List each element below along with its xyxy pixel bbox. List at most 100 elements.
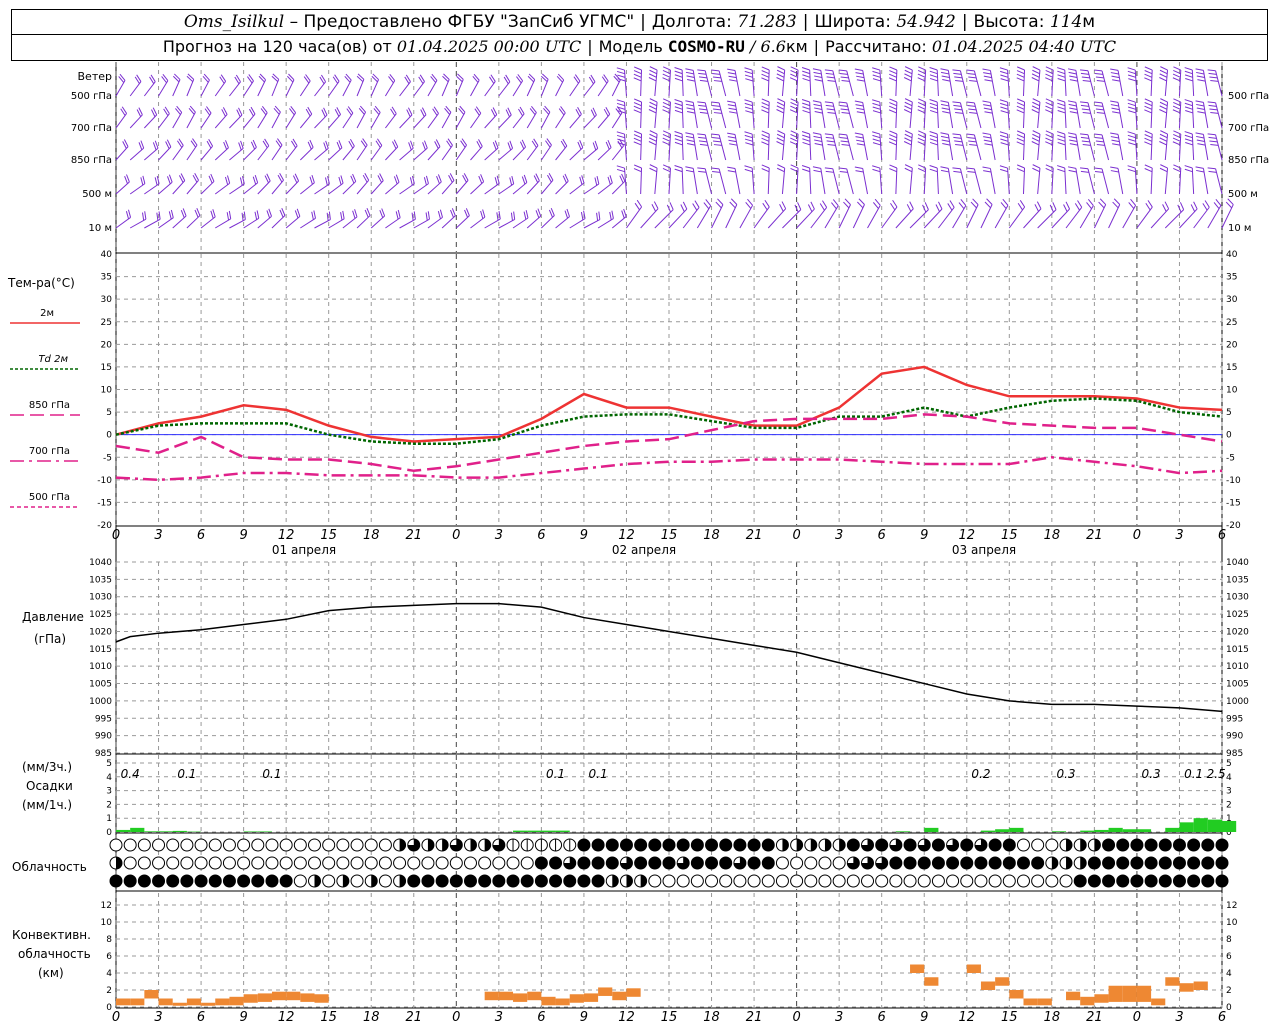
- wind-barb-flag: [1086, 202, 1092, 210]
- wind-barb-flag: [703, 202, 710, 210]
- pressure-tick-label: 1030: [89, 593, 112, 603]
- temp-tick-label: 5: [106, 408, 112, 418]
- wind-barb-flag: [1067, 100, 1076, 103]
- wind-barb-flag: [1127, 106, 1136, 110]
- cloud-symbol-part: [399, 875, 406, 887]
- wind-barb-flag: [802, 138, 811, 142]
- wind-barb-flag: [983, 104, 992, 107]
- wind-barb-flag: [649, 167, 657, 173]
- wind-barb: [342, 112, 354, 129]
- cloud-symbol-part: [824, 839, 831, 851]
- precip-tick-label: 4: [106, 773, 112, 783]
- wind-barb: [704, 134, 713, 161]
- wind-barb-flag: [761, 109, 769, 114]
- cloud-symbol: [832, 856, 846, 870]
- wind-barb: [555, 79, 565, 97]
- hour-tick-label: 21: [1086, 528, 1103, 543]
- wind-barb: [959, 134, 968, 161]
- hour-tick-label: 18: [703, 528, 720, 543]
- wind-barb-flag: [889, 134, 897, 139]
- wind-barb-flag: [801, 67, 810, 71]
- wind-barb: [526, 79, 536, 97]
- series-td2m: [115, 397, 1223, 445]
- cloud-symbol: [960, 838, 974, 852]
- cloud-symbol: [322, 856, 336, 870]
- wind-barb-flag: [1197, 111, 1206, 114]
- wind-barb-flag: [761, 105, 770, 110]
- cloud-symbol-part: [839, 839, 846, 851]
- wind-barb-flag: [744, 67, 753, 71]
- wind-barb-flag: [966, 69, 975, 72]
- cloud-symbol: [974, 874, 988, 888]
- pressure-title: Давление: [22, 610, 84, 624]
- wind-barb-flag: [1159, 105, 1168, 110]
- wind-barb-flag: [1000, 142, 1009, 146]
- wind-barb-flag: [649, 164, 658, 169]
- wind-barb: [824, 205, 839, 229]
- wind-barb: [611, 112, 623, 129]
- wind-barb: [1215, 134, 1223, 161]
- cloud-symbol: [1002, 874, 1016, 888]
- wind-barb-flag: [801, 99, 810, 103]
- cloud-symbol: [180, 856, 194, 870]
- precip-bar: [172, 830, 187, 832]
- wind-barb-flag: [1069, 111, 1078, 114]
- wind-barb-flag: [1079, 167, 1089, 170]
- cloud-symbol: [449, 874, 463, 888]
- precip-bar: [924, 827, 939, 832]
- wind-level-label: 500 м: [1228, 189, 1258, 200]
- cloud-symbol: [1116, 838, 1130, 852]
- wind-barb-flag: [929, 168, 938, 173]
- wind-barb-flag: [831, 202, 837, 210]
- wind-barb-flag: [940, 132, 949, 135]
- wind-barb-flag: [713, 80, 722, 82]
- wind-barb-flag: [810, 201, 815, 210]
- wind-barb: [399, 183, 415, 195]
- wind-barb-flag: [1144, 141, 1152, 146]
- wind-barb: [512, 146, 526, 161]
- wind-barb: [980, 204, 993, 229]
- conv-tick-label: 8: [106, 935, 112, 945]
- wind-barb: [862, 168, 869, 195]
- wind-barb-flag: [662, 73, 671, 78]
- cloud-symbol: [237, 874, 251, 888]
- wind-barb-flag: [494, 177, 498, 186]
- wind-barb-flag: [1031, 73, 1040, 78]
- cloud-symbol-part: [342, 875, 349, 887]
- wind-barb: [809, 70, 812, 97]
- wind-barb-flag: [1225, 201, 1233, 209]
- wind-barb: [569, 113, 582, 129]
- wind-barb: [186, 79, 195, 97]
- wind-barb-flag: [1207, 133, 1216, 136]
- cloud-symbol: [393, 856, 407, 870]
- wind-barb: [1101, 134, 1110, 161]
- wind-barb-flag: [827, 143, 836, 146]
- wind-barb-flag: [1184, 165, 1193, 169]
- wind-barb-flag: [889, 105, 897, 110]
- wind-barb-flag: [983, 136, 992, 139]
- wind-barb: [413, 114, 427, 129]
- wind-barb-flag: [872, 74, 881, 78]
- wind-barb-flag: [983, 170, 992, 173]
- wind-barb: [711, 204, 724, 229]
- pressure-tick-label: 1035: [89, 575, 112, 585]
- wind-barb-flag: [633, 102, 642, 107]
- wind-barb: [1150, 208, 1170, 229]
- wind-barb-flag: [1031, 77, 1040, 82]
- cloud-symbol: [1087, 874, 1101, 888]
- wind-barb-flag: [1016, 109, 1025, 114]
- wind-barb-flag: [1080, 136, 1089, 139]
- wind-barb-flag: [623, 208, 627, 217]
- wind-barb-flag: [674, 106, 683, 110]
- cloud-symbol: [463, 856, 477, 870]
- wind-barb-flag: [826, 76, 835, 79]
- wind-barb-flag: [633, 105, 642, 110]
- wind-barb-flag: [674, 109, 683, 114]
- conv-bar: [583, 993, 599, 1002]
- wind-barb-flag: [395, 211, 399, 220]
- cloud-symbol: [449, 856, 463, 870]
- cloud-symbol-part: [1051, 857, 1058, 869]
- wind-barb-flag: [596, 176, 600, 185]
- wind-barb-flag: [1081, 76, 1090, 79]
- wind-barb-flag: [238, 142, 242, 151]
